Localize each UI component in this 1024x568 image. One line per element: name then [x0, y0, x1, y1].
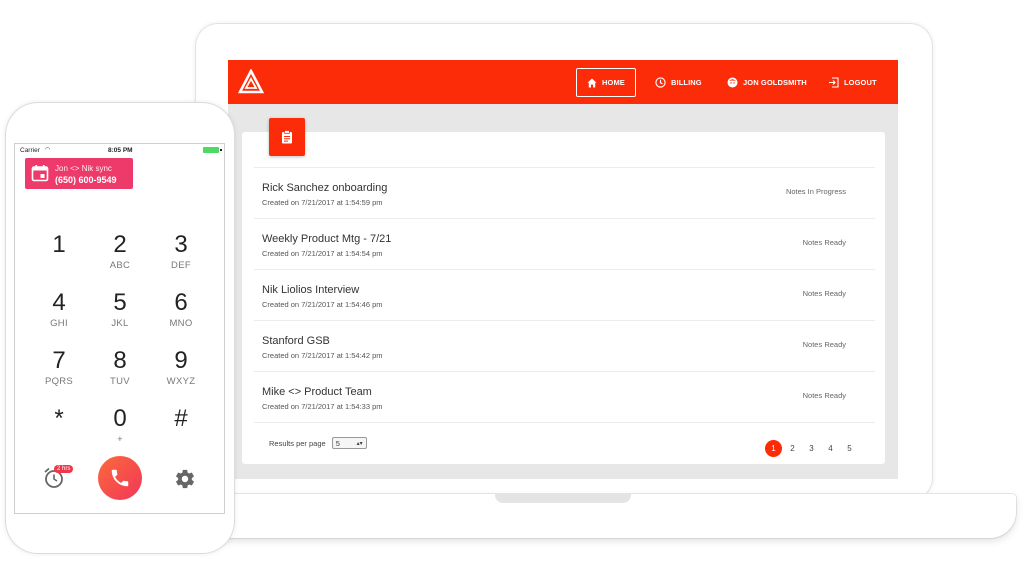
page-1-button[interactable]: 1 [765, 440, 782, 457]
clock-icon [655, 77, 666, 88]
page-3-button[interactable]: 3 [803, 440, 820, 457]
user-avatar-icon [727, 77, 738, 88]
call-button[interactable] [98, 456, 142, 500]
key-9[interactable]: 9 WXYZ [156, 348, 206, 398]
nav-billing-label: BILLING [671, 78, 702, 87]
nav-home-label: HOME [602, 78, 625, 87]
note-title: Rick Sanchez onboarding [262, 182, 388, 194]
key-star[interactable]: * [34, 406, 84, 456]
calendar-icon [31, 165, 49, 182]
note-row[interactable]: Nik Liolios Interview Created on 7/21/20… [254, 270, 875, 321]
key-digit: # [174, 405, 188, 432]
nav-account-label: JON GOLDSMITH [743, 78, 807, 87]
select-arrows-icon: ▴▾ [356, 440, 363, 447]
key-1[interactable]: 1 [34, 232, 84, 282]
note-title: Stanford GSB [262, 335, 330, 347]
key-letters: TUV [110, 376, 130, 387]
note-status: Notes Ready [802, 289, 846, 298]
note-created-date: Created on 7/21/2017 at 1:54:46 pm [262, 300, 383, 309]
note-row[interactable]: Weekly Product Mtg - 7/21 Created on 7/2… [254, 219, 875, 270]
key-5[interactable]: 5 JKL [95, 290, 145, 340]
key-7[interactable]: 7 PQRS [34, 348, 84, 398]
notes-button[interactable] [269, 118, 305, 156]
key-digit: 5 [113, 289, 127, 316]
key-digit: 4 [52, 289, 66, 316]
note-row[interactable]: Rick Sanchez onboarding Created on 7/21/… [254, 168, 875, 219]
pagination: 1 2 3 4 5 [765, 440, 858, 457]
notes-list: Rick Sanchez onboarding Created on 7/21/… [254, 168, 875, 423]
key-digit: 9 [174, 347, 188, 374]
nav-home[interactable]: HOME [576, 68, 636, 97]
key-letters: WXYZ [166, 376, 196, 387]
note-created-date: Created on 7/21/2017 at 1:54:54 pm [262, 249, 383, 258]
alarm-badge: 2 hrs [54, 465, 74, 473]
key-digit: * [54, 405, 64, 432]
key-hash[interactable]: # [156, 406, 206, 456]
key-digit: 2 [113, 231, 127, 258]
settings-gear-icon[interactable] [174, 468, 196, 490]
notes-panel: Rick Sanchez onboarding Created on 7/21/… [242, 132, 885, 464]
key-digit: 1 [52, 231, 66, 258]
brand-logo-icon[interactable] [238, 69, 264, 95]
carrier-label: Carrier [20, 147, 40, 154]
note-created-date: Created on 7/21/2017 at 1:54:42 pm [262, 351, 383, 360]
note-status: Notes Ready [802, 391, 846, 400]
page-5-button[interactable]: 5 [841, 440, 858, 457]
nav-logout-label: LOGOUT [844, 78, 877, 87]
key-letters: DEF [171, 260, 191, 271]
nav-billing[interactable]: BILLING [655, 68, 702, 97]
key-digit: 0 [113, 405, 127, 432]
key-2[interactable]: 2 ABC [95, 232, 145, 282]
phone-screen: Carrier ◠ 8:05 PM Jon <> Nik sync (650) … [14, 143, 225, 514]
key-letters: JKL [111, 318, 129, 329]
note-status: Notes Ready [802, 238, 846, 247]
key-letters: PQRS [44, 376, 74, 387]
note-row[interactable]: Mike <> Product Team Created on 7/21/201… [254, 372, 875, 423]
results-per-page-select[interactable]: 5 ▴▾ [331, 437, 367, 449]
call-banner-title: Jon <> Nik sync [55, 164, 112, 173]
key-digit: 3 [174, 231, 188, 258]
note-status: Notes In Progress [785, 187, 846, 196]
key-4[interactable]: 4 GHI [34, 290, 84, 340]
key-digit: 7 [52, 347, 66, 374]
key-8[interactable]: 8 TUV [95, 348, 145, 398]
phone-icon [111, 469, 129, 487]
active-call-banner[interactable]: Jon <> Nik sync (650) 600-9549 [25, 158, 133, 189]
note-title: Mike <> Product Team [262, 386, 372, 398]
web-app-screen: HOME BILLING JON GOLDSMITH LOGOUT Rick S… [228, 60, 898, 479]
logout-icon [829, 77, 839, 88]
home-icon [587, 78, 597, 87]
clipboard-icon [282, 130, 292, 144]
page-2-button[interactable]: 2 [784, 440, 801, 457]
nav-logout[interactable]: LOGOUT [828, 68, 877, 97]
key-letters: GHI [50, 318, 68, 329]
top-nav-bar: HOME BILLING JON GOLDSMITH LOGOUT [228, 60, 898, 104]
key-3[interactable]: 3 DEF [156, 232, 206, 282]
note-created-date: Created on 7/21/2017 at 1:54:33 pm [262, 402, 383, 411]
note-created-date: Created on 7/21/2017 at 1:54:59 pm [262, 198, 383, 207]
dialer-actions: 2 hrs [15, 453, 224, 503]
status-time: 8:05 PM [108, 147, 133, 154]
page-4-button[interactable]: 4 [822, 440, 839, 457]
key-digit: 8 [113, 347, 127, 374]
wifi-icon: ◠ [45, 147, 51, 153]
key-letters: + [117, 434, 123, 445]
note-title: Nik Liolios Interview [262, 284, 360, 296]
key-0[interactable]: 0 + [95, 406, 145, 456]
note-row[interactable]: Stanford GSB Created on 7/21/2017 at 1:5… [254, 321, 875, 372]
key-6[interactable]: 6 MNO [156, 290, 206, 340]
battery-icon [203, 147, 222, 153]
results-per-page: Results per page 5 ▴▾ [269, 437, 367, 449]
key-digit: 6 [174, 289, 188, 316]
call-banner-number: (650) 600-9549 [55, 175, 117, 185]
results-per-page-value: 5 [335, 438, 340, 448]
nav-account[interactable]: JON GOLDSMITH [727, 68, 807, 97]
key-letters: MNO [169, 318, 193, 329]
note-title: Weekly Product Mtg - 7/21 [262, 233, 392, 245]
key-letters: ABC [109, 260, 131, 271]
note-status: Notes Ready [802, 340, 846, 349]
phone-status-bar: Carrier ◠ 8:05 PM [15, 144, 224, 156]
laptop-notch [495, 494, 631, 503]
results-per-page-label: Results per page [269, 438, 326, 448]
